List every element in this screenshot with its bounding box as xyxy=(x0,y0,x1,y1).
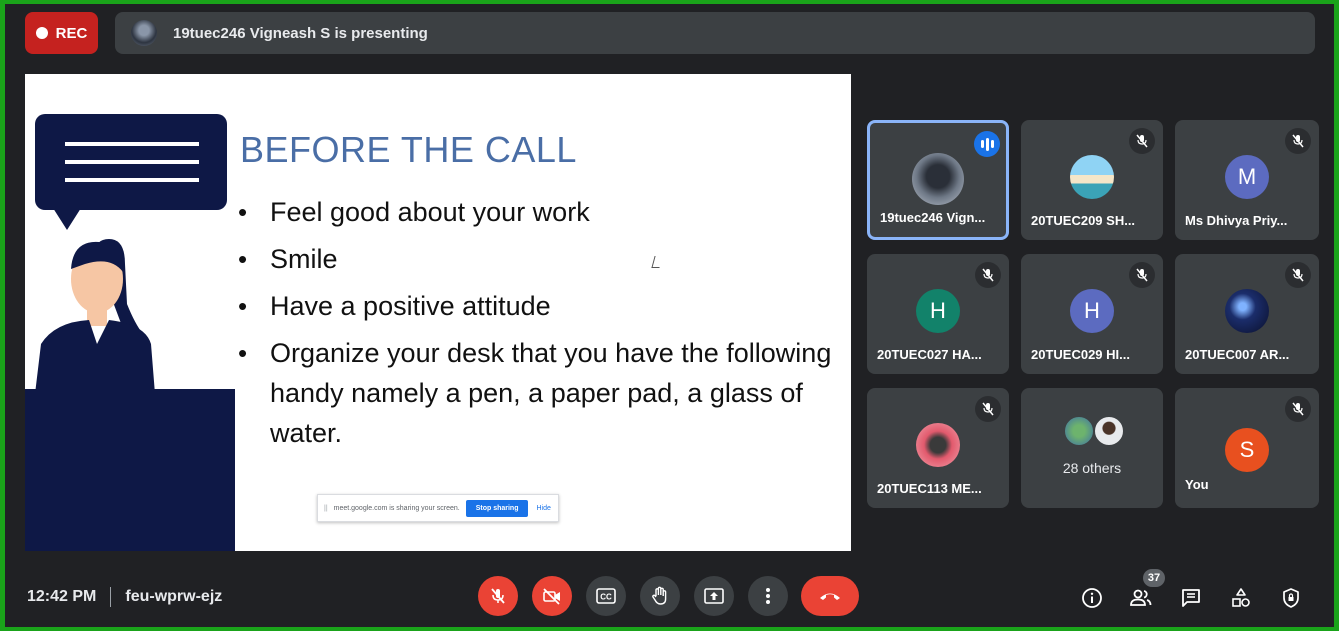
shared-screen: BEFORE THE CALL Feel good about your wor… xyxy=(25,74,851,551)
mic-muted-icon xyxy=(1285,396,1311,422)
participant-tile[interactable]: 19tuec246 Vign... xyxy=(867,120,1009,240)
camera-off-icon xyxy=(543,588,560,605)
participant-tile[interactable]: 20TUEC113 ME... xyxy=(867,388,1009,508)
presenting-text: 19tuec246 Vigneash S is presenting xyxy=(173,24,428,42)
participant-name: You xyxy=(1185,477,1209,492)
people-button[interactable] xyxy=(1127,584,1155,612)
participant-name: 19tuec246 Vign... xyxy=(880,210,986,225)
share-message: meet.google.com is sharing your screen. xyxy=(333,504,460,512)
mic-muted-icon xyxy=(1129,262,1155,288)
bullet-item: Smile xyxy=(238,239,838,279)
presenting-banner: 19tuec246 Vigneash S is presenting xyxy=(115,12,1315,54)
participant-tile[interactable]: H 20TUEC027 HA... xyxy=(867,254,1009,374)
mic-muted-icon xyxy=(1129,128,1155,154)
participant-tile[interactable]: M Ms Dhivya Priy... xyxy=(1175,120,1319,240)
raise-hand-icon xyxy=(652,586,667,605)
leave-call-button[interactable] xyxy=(801,576,859,616)
participant-name: 20TUEC027 HA... xyxy=(877,347,982,362)
record-dot-icon xyxy=(35,27,48,39)
mic-toggle-button[interactable] xyxy=(478,576,518,616)
avatar xyxy=(912,153,964,205)
participant-name: 20TUEC007 AR... xyxy=(1185,347,1290,362)
mic-muted-icon xyxy=(975,396,1001,422)
mic-muted-icon xyxy=(1285,128,1311,154)
avatar xyxy=(1070,155,1114,199)
avatar: H xyxy=(916,289,960,333)
person-illustration xyxy=(35,239,155,394)
slide-bullets: Feel good about your work Smile Have a p… xyxy=(238,192,838,460)
host-controls-button[interactable] xyxy=(1277,584,1305,612)
bullet-item: Have a positive attitude xyxy=(238,286,838,326)
avatar xyxy=(1225,289,1269,333)
rec-label: REC xyxy=(55,24,88,42)
participant-tile[interactable]: 20TUEC007 AR... xyxy=(1175,254,1319,374)
meeting-code: feu-wprw-ejz xyxy=(125,588,223,605)
avatar: H xyxy=(1070,289,1114,333)
presenter-avatar xyxy=(131,20,157,46)
camera-toggle-button[interactable] xyxy=(532,576,572,616)
raise-hand-button[interactable] xyxy=(640,576,680,616)
drag-handle-icon[interactable]: || xyxy=(324,505,328,512)
people-count-badge: 37 xyxy=(1143,569,1165,587)
meeting-info: 12:42 PM feu-wprw-ejz xyxy=(27,587,222,607)
activities-icon xyxy=(1232,588,1250,607)
speech-bubble-icon xyxy=(35,114,227,230)
self-tile[interactable]: S You xyxy=(1175,388,1319,508)
svg-text:CC: CC xyxy=(600,593,612,602)
participant-name: 20TUEC113 ME... xyxy=(877,481,982,496)
present-now-button[interactable] xyxy=(694,576,734,616)
meet-window: REC 19tuec246 Vigneash S is presenting B… xyxy=(5,4,1334,627)
screen-share-notification: || meet.google.com is sharing your scree… xyxy=(317,494,559,522)
more-options-icon xyxy=(766,588,770,604)
bullet-item: Feel good about your work xyxy=(238,192,838,232)
recording-indicator[interactable]: REC xyxy=(25,12,98,54)
info-icon xyxy=(1082,588,1102,608)
participant-name: 20TUEC029 HI... xyxy=(1031,347,1130,362)
others-tile[interactable]: 28 others xyxy=(1021,388,1163,508)
participant-name: Ms Dhivya Priy... xyxy=(1185,213,1288,228)
captions-icon: CC xyxy=(596,588,616,604)
more-options-button[interactable] xyxy=(748,576,788,616)
participant-tile[interactable]: 20TUEC209 SH... xyxy=(1021,120,1163,240)
avatar xyxy=(916,423,960,467)
slide-title: BEFORE THE CALL xyxy=(240,129,577,170)
avatar: S xyxy=(1225,428,1269,472)
participant-name: 20TUEC209 SH... xyxy=(1031,213,1136,228)
meeting-details-button[interactable] xyxy=(1078,584,1106,612)
people-icon xyxy=(1130,589,1152,606)
present-icon xyxy=(704,588,724,604)
mic-muted-icon xyxy=(1285,262,1311,288)
avatar: M xyxy=(1225,155,1269,199)
hide-button[interactable]: Hide xyxy=(536,505,550,512)
others-avatars xyxy=(1064,416,1124,446)
divider xyxy=(110,587,112,607)
chat-button[interactable] xyxy=(1177,584,1205,612)
chat-icon xyxy=(1182,589,1200,607)
speaking-indicator-icon xyxy=(974,131,1000,157)
participant-tile[interactable]: H 20TUEC029 HI... xyxy=(1021,254,1163,374)
captions-button[interactable]: CC xyxy=(586,576,626,616)
bullet-item: Organize your desk that you have the fol… xyxy=(238,333,838,453)
end-call-icon xyxy=(820,593,840,600)
activities-button[interactable] xyxy=(1227,584,1255,612)
clock-time: 12:42 PM xyxy=(27,588,97,605)
mic-muted-icon xyxy=(975,262,1001,288)
host-controls-icon xyxy=(1283,588,1299,608)
stop-sharing-button[interactable]: Stop sharing xyxy=(465,499,529,517)
mic-off-icon xyxy=(491,588,505,604)
others-label: 28 others xyxy=(1062,460,1122,476)
slide-illustration xyxy=(25,74,235,551)
